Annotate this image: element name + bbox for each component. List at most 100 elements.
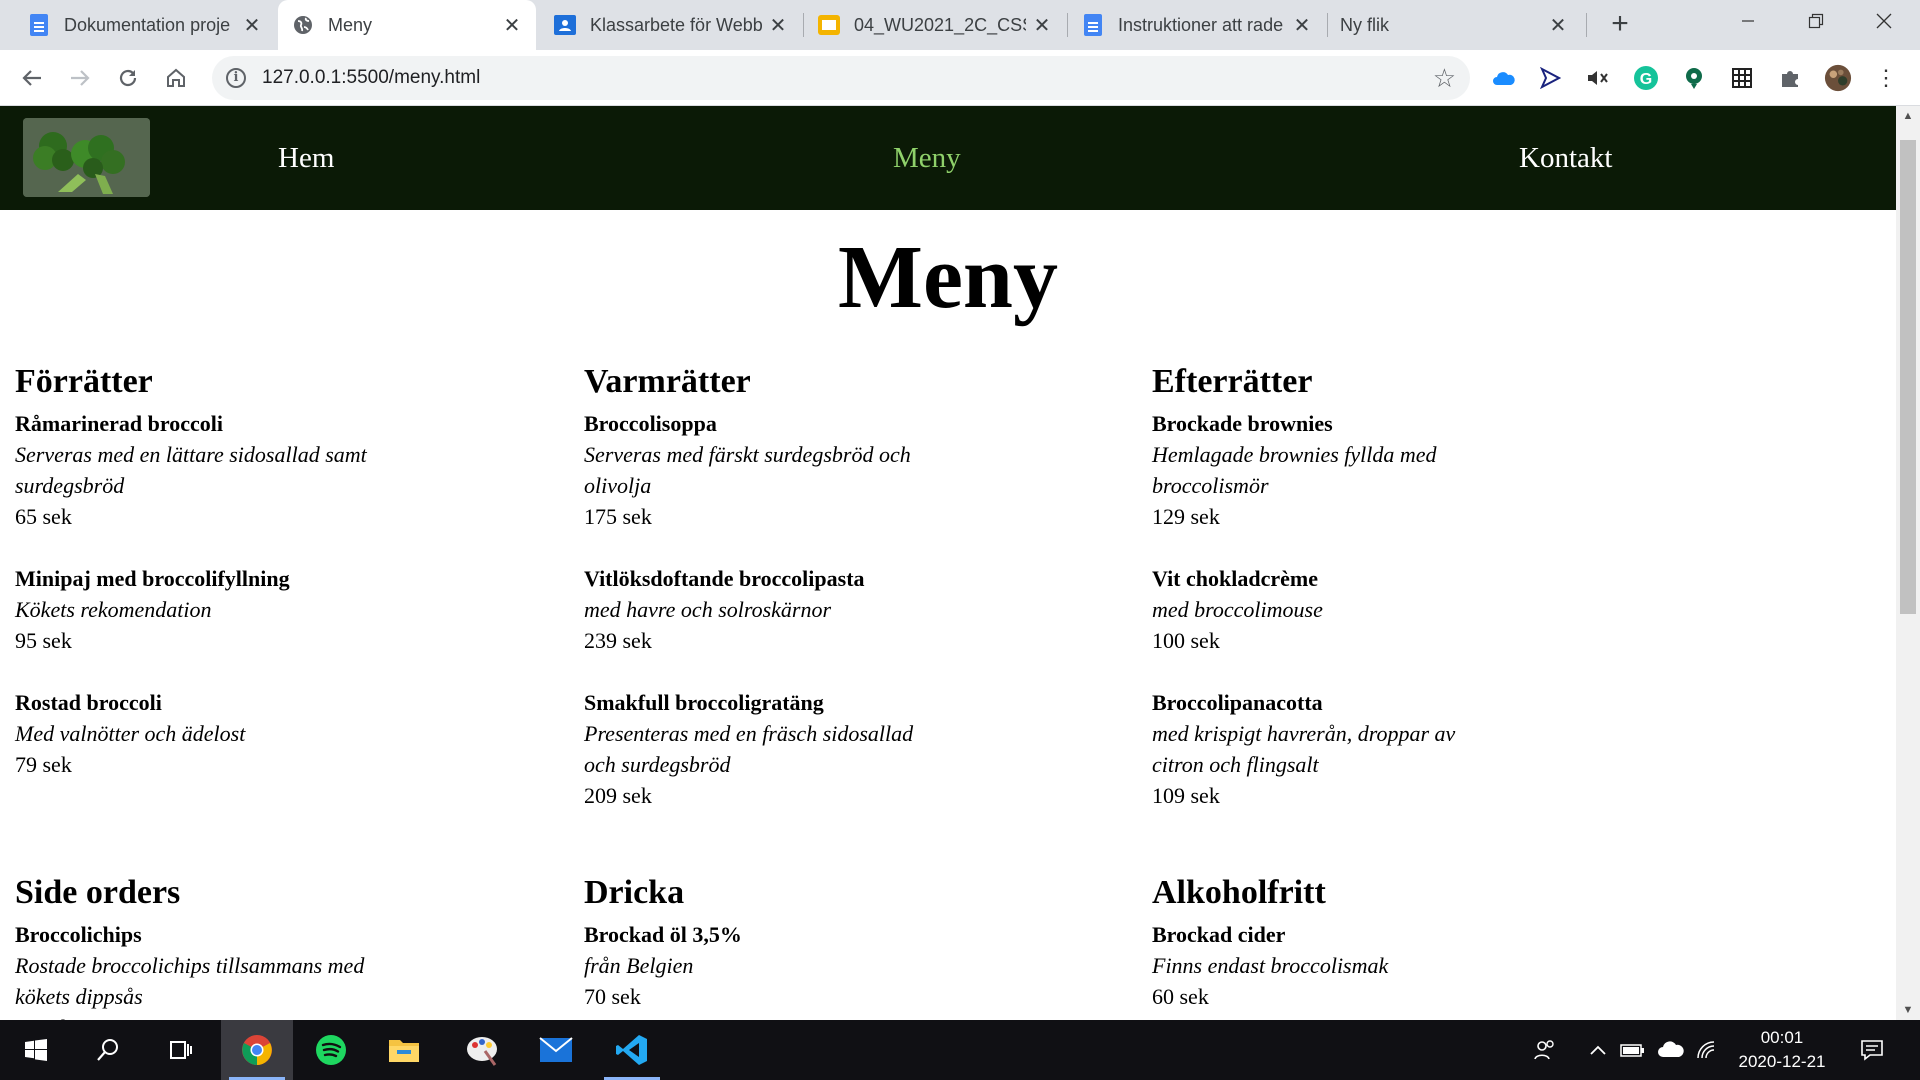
dish-name: Vit chokladcrème bbox=[1152, 566, 1318, 591]
menu-item: Vit chokladcrème med broccolimouse 100 s… bbox=[1152, 563, 1712, 656]
tab-close-icon[interactable]: ✕ bbox=[502, 13, 522, 38]
menu-section-forratter: Förrätter Råmarinerad broccoli Serveras … bbox=[15, 362, 575, 811]
chrome-icon[interactable] bbox=[221, 1020, 293, 1080]
browser-toolbar: i 127.0.0.1:5500/meny.html ☆ G ⋮ bbox=[0, 50, 1920, 106]
notification-icon[interactable] bbox=[1852, 1020, 1892, 1080]
forward-icon[interactable] bbox=[62, 60, 98, 96]
scroll-down-icon[interactable]: ▼ bbox=[1896, 1000, 1920, 1020]
dish-description: med broccolimouse bbox=[1152, 597, 1323, 622]
windows-taskbar: 00:01 2020-12-21 bbox=[0, 1020, 1920, 1080]
chevron-up-icon[interactable] bbox=[1585, 1020, 1611, 1080]
clock-time: 00:01 bbox=[1760, 1028, 1804, 1047]
system-clock[interactable]: 00:01 2020-12-21 bbox=[1722, 1026, 1842, 1074]
profile-avatar[interactable] bbox=[1824, 64, 1852, 92]
more-menu-icon[interactable]: ⋮ bbox=[1872, 64, 1900, 92]
dish-price: 175 sek bbox=[584, 504, 652, 529]
page-scrollbar[interactable]: ▲ ▼ bbox=[1896, 106, 1920, 1020]
tab-wu2021[interactable]: 04_WU2021_2C_CSS_ ✕ bbox=[804, 0, 1066, 50]
tab-close-icon[interactable]: ✕ bbox=[1032, 13, 1052, 38]
battery-icon[interactable] bbox=[1618, 1020, 1648, 1080]
menu-item: Brockad öl 3,5% från Belgien 70 sek bbox=[584, 919, 1144, 1012]
menu-item: Brockad cider Finns endast broccolismak … bbox=[1152, 919, 1712, 1012]
menu-section-efterratter: Efterrätter Brockade brownies Hemlagade … bbox=[1152, 362, 1712, 842]
bookmark-star-icon[interactable]: ☆ bbox=[1433, 63, 1456, 94]
menu-item: Broccolisoppa Serveras med färskt surdeg… bbox=[584, 408, 1144, 532]
spotify-icon[interactable] bbox=[295, 1020, 367, 1080]
mute-icon[interactable] bbox=[1584, 64, 1612, 92]
dish-description: från Belgien bbox=[584, 953, 694, 978]
address-bar[interactable]: i 127.0.0.1:5500/meny.html ☆ bbox=[212, 56, 1470, 100]
tab-ny-flik[interactable]: Ny flik ✕ bbox=[1328, 0, 1582, 50]
paint-icon[interactable] bbox=[446, 1020, 518, 1080]
section-heading: Förrätter bbox=[15, 363, 153, 400]
nav-link-meny[interactable]: Meny bbox=[893, 142, 961, 175]
dish-price: 79 sek bbox=[15, 752, 72, 777]
dish-description: Serveras med färskt surdegsbröd och oliv… bbox=[584, 442, 911, 498]
dish-name: Broccolichips bbox=[15, 922, 142, 947]
send-icon[interactable] bbox=[1536, 64, 1564, 92]
window-close-icon[interactable] bbox=[1850, 0, 1918, 42]
tab-meny[interactable]: Meny ✕ bbox=[278, 0, 536, 50]
svg-text:G: G bbox=[1640, 71, 1652, 88]
file-explorer-icon[interactable] bbox=[368, 1020, 440, 1080]
task-view-icon[interactable] bbox=[144, 1020, 216, 1080]
dish-description: Rostade broccolichips tillsammans med kö… bbox=[15, 953, 365, 1009]
search-icon[interactable] bbox=[72, 1020, 144, 1080]
tab-dokumentation[interactable]: Dokumentation proje ✕ bbox=[14, 0, 276, 50]
menu-item: Rostad broccoli Med valnötter och ädelos… bbox=[15, 687, 575, 780]
dish-price: 65 sek bbox=[15, 504, 72, 529]
scrollbar-thumb[interactable] bbox=[1900, 140, 1916, 614]
menu-section-alkoholfritt: Alkoholfritt Brockad cider Finns endast … bbox=[1152, 873, 1712, 1020]
wifi-icon[interactable] bbox=[1694, 1020, 1720, 1080]
tab-close-icon[interactable]: ✕ bbox=[242, 13, 262, 38]
tab-klassarbete[interactable]: Klassarbete för Webb ✕ bbox=[540, 0, 802, 50]
onedrive-icon[interactable] bbox=[1490, 64, 1518, 92]
page-viewport: Hem Meny Kontakt Meny Förrätter Råmarine… bbox=[0, 106, 1896, 1020]
nav-link-hem[interactable]: Hem bbox=[278, 142, 334, 175]
tab-instruktioner[interactable]: Instruktioner att rade ✕ bbox=[1068, 0, 1326, 50]
menu-item: Vitlöksdoftande broccolipasta med havre … bbox=[584, 563, 1144, 656]
tab-title: Meny bbox=[328, 14, 373, 35]
dish-description: Kökets rekomendation bbox=[15, 597, 212, 622]
dish-name: Minipaj med broccolifyllning bbox=[15, 566, 290, 591]
globe-icon bbox=[292, 14, 314, 36]
dish-description: med havre och solroskärnor bbox=[584, 597, 832, 622]
dish-name: Råmarinerad broccoli bbox=[15, 411, 223, 436]
grammarly-icon[interactable]: G bbox=[1632, 64, 1660, 92]
onedrive-tray-icon[interactable] bbox=[1655, 1020, 1687, 1080]
people-icon[interactable] bbox=[1530, 1020, 1560, 1080]
dish-price: 109 sek bbox=[1152, 783, 1220, 808]
tab-close-icon[interactable]: ✕ bbox=[768, 13, 788, 38]
scroll-up-icon[interactable]: ▲ bbox=[1896, 106, 1920, 126]
puzzle-icon[interactable] bbox=[1776, 64, 1804, 92]
menu-item: Råmarinerad broccoli Serveras med en lät… bbox=[15, 408, 575, 532]
home-icon[interactable] bbox=[158, 60, 194, 96]
tab-close-icon[interactable]: ✕ bbox=[1292, 13, 1312, 38]
menu-section-varmratter: Varmrätter Broccolisoppa Serveras med fä… bbox=[584, 362, 1144, 842]
minimize-icon[interactable] bbox=[1714, 0, 1782, 42]
windows-start-icon[interactable] bbox=[0, 1020, 72, 1080]
reload-icon[interactable] bbox=[110, 60, 146, 96]
extension-icon[interactable] bbox=[1680, 64, 1708, 92]
menu-item: Broccolichips Rostade broccolichips till… bbox=[15, 919, 575, 1020]
dish-description: Finns endast broccolismak bbox=[1152, 953, 1389, 978]
google-docs-icon bbox=[1082, 14, 1104, 36]
vscode-icon[interactable] bbox=[596, 1020, 668, 1080]
restore-icon[interactable] bbox=[1782, 0, 1850, 42]
tab-close-icon[interactable]: ✕ bbox=[1548, 13, 1568, 38]
grid-icon[interactable] bbox=[1728, 64, 1756, 92]
dish-name: Broccolisoppa bbox=[584, 411, 717, 436]
nav-link-kontakt[interactable]: Kontakt bbox=[1519, 142, 1612, 175]
back-icon[interactable] bbox=[14, 60, 50, 96]
broccoli-logo[interactable] bbox=[23, 118, 150, 197]
mail-icon[interactable] bbox=[520, 1020, 592, 1080]
section-heading: Dricka bbox=[584, 874, 685, 911]
new-tab-button[interactable]: + bbox=[1605, 9, 1635, 40]
dish-description: Hemlagade brownies fyllda med broccolism… bbox=[1152, 442, 1437, 498]
tab-title: 04_WU2021_2C_CSS_ bbox=[854, 14, 1026, 35]
site-info-icon[interactable]: i bbox=[226, 68, 246, 88]
dish-description: Med valnötter och ädelost bbox=[15, 721, 246, 746]
tab-title: Ny flik bbox=[1340, 14, 1389, 35]
url-text: 127.0.0.1:5500/meny.html bbox=[262, 67, 481, 88]
dish-name: Broccolipanacotta bbox=[1152, 690, 1323, 715]
